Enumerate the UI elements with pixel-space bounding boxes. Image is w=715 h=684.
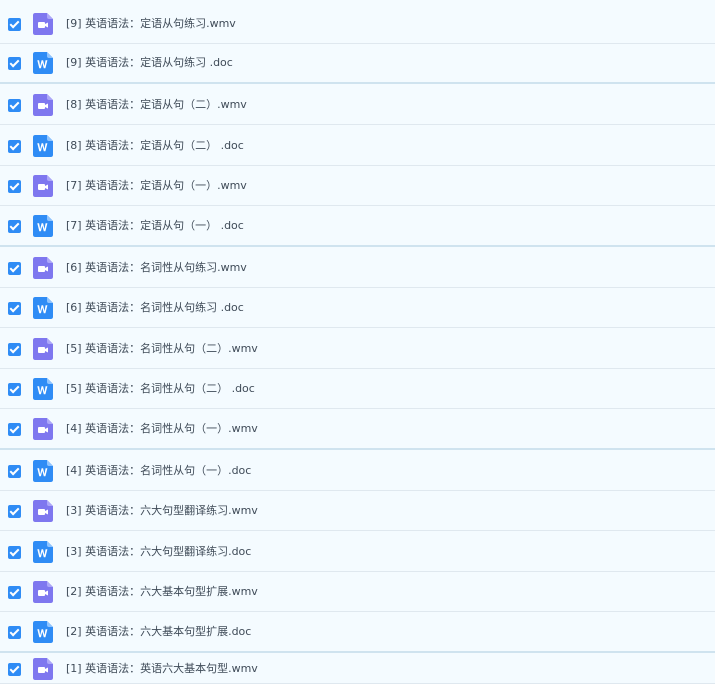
file-name[interactable]: [8] 英语语法：定语从句（二）.wmv (66, 98, 247, 112)
file-name[interactable]: [4] 英语语法：名词性从句（一）.doc (66, 464, 251, 478)
file-list: [9] 英语语法：定语从句练习.wmv [9] 英语语法：定语从句练习 .doc… (0, 0, 715, 684)
video-file-icon (33, 418, 53, 440)
file-name[interactable]: [1] 英语语法：英语六大基本句型.wmv (66, 662, 258, 676)
file-name[interactable]: [5] 英语语法：名词性从句（二） .doc (66, 382, 255, 396)
file-row[interactable]: [4] 英语语法：名词性从句（一）.wmv (0, 410, 715, 450)
file-checkbox[interactable] (8, 98, 21, 112)
video-file-icon (33, 337, 53, 360)
file-name[interactable]: [3] 英语语法：六大句型翻译练习.wmv (66, 504, 258, 518)
video-file-icon (33, 657, 53, 680)
word-doc-file-icon (33, 377, 53, 400)
word-doc-file-icon (33, 134, 53, 157)
word-doc-file-icon (33, 621, 53, 643)
file-checkbox[interactable] (8, 342, 21, 356)
file-row[interactable]: [2] 英语语法：六大基本句型扩展.wmv (0, 572, 715, 612)
file-checkbox[interactable] (8, 17, 21, 31)
file-row[interactable]: [5] 英语语法：名词性从句（二）.wmv (0, 329, 715, 369)
file-checkbox[interactable] (8, 423, 21, 436)
file-name[interactable]: [6] 英语语法：名词性从句练习 .doc (66, 301, 244, 315)
video-file-icon (33, 580, 53, 603)
file-row[interactable]: [3] 英语语法：六大句型翻译练习.wmv (0, 491, 715, 531)
file-name[interactable]: [8] 英语语法：定语从句（二） .doc (66, 139, 244, 153)
file-row[interactable]: [8] 英语语法：定语从句（二）.wmv (0, 85, 715, 125)
file-checkbox[interactable] (8, 585, 21, 599)
file-checkbox[interactable] (8, 662, 21, 676)
file-checkbox[interactable] (8, 139, 21, 153)
video-file-icon (33, 499, 53, 522)
file-name[interactable]: [7] 英语语法：定语从句（一） .doc (66, 219, 244, 233)
file-row[interactable]: [9] 英语语法：定语从句练习 .doc (0, 44, 715, 84)
file-name[interactable]: [2] 英语语法：六大基本句型扩展.doc (66, 625, 251, 639)
file-checkbox[interactable] (8, 261, 21, 275)
word-doc-file-icon (33, 540, 53, 563)
file-row[interactable]: [7] 英语语法：定语从句（一） .doc (0, 207, 715, 247)
word-doc-file-icon (33, 296, 53, 319)
file-checkbox[interactable] (8, 57, 21, 70)
word-doc-file-icon (33, 459, 53, 482)
file-checkbox[interactable] (8, 301, 21, 315)
file-name[interactable]: [9] 英语语法：定语从句练习.wmv (66, 17, 236, 31)
file-checkbox[interactable] (8, 179, 21, 193)
file-checkbox[interactable] (8, 545, 21, 559)
video-file-icon (33, 256, 53, 279)
video-file-icon (33, 174, 53, 197)
file-row[interactable]: [1] 英语语法：英语六大基本句型.wmv (0, 654, 715, 684)
video-file-icon (33, 12, 53, 35)
file-row[interactable]: [2] 英语语法：六大基本句型扩展.doc (0, 613, 715, 653)
file-checkbox[interactable] (8, 626, 21, 639)
file-name[interactable]: [3] 英语语法：六大句型翻译练习.doc (66, 545, 251, 559)
file-name[interactable]: [4] 英语语法：名词性从句（一）.wmv (66, 422, 258, 436)
file-name[interactable]: [2] 英语语法：六大基本句型扩展.wmv (66, 585, 258, 599)
word-doc-file-icon (33, 52, 53, 74)
file-row[interactable]: [6] 英语语法：名词性从句练习 .doc (0, 288, 715, 328)
file-row[interactable]: [8] 英语语法：定语从句（二） .doc (0, 126, 715, 166)
file-row[interactable]: [5] 英语语法：名词性从句（二） .doc (0, 369, 715, 409)
file-row[interactable]: [3] 英语语法：六大句型翻译练习.doc (0, 532, 715, 572)
file-checkbox[interactable] (8, 220, 21, 233)
file-name[interactable]: [7] 英语语法：定语从句（一）.wmv (66, 179, 247, 193)
file-row[interactable]: [9] 英语语法：定语从句练习.wmv (0, 4, 715, 44)
file-checkbox[interactable] (8, 504, 21, 518)
file-row[interactable]: [7] 英语语法：定语从句（一）.wmv (0, 166, 715, 206)
file-checkbox[interactable] (8, 382, 21, 396)
file-checkbox[interactable] (8, 464, 21, 478)
file-name[interactable]: [5] 英语语法：名词性从句（二）.wmv (66, 342, 258, 356)
file-name[interactable]: [9] 英语语法：定语从句练习 .doc (66, 56, 233, 70)
file-row[interactable]: [4] 英语语法：名词性从句（一）.doc (0, 451, 715, 491)
word-doc-file-icon (33, 215, 53, 237)
file-row[interactable]: [6] 英语语法：名词性从句练习.wmv (0, 248, 715, 288)
file-name[interactable]: [6] 英语语法：名词性从句练习.wmv (66, 261, 247, 275)
video-file-icon (33, 93, 53, 116)
